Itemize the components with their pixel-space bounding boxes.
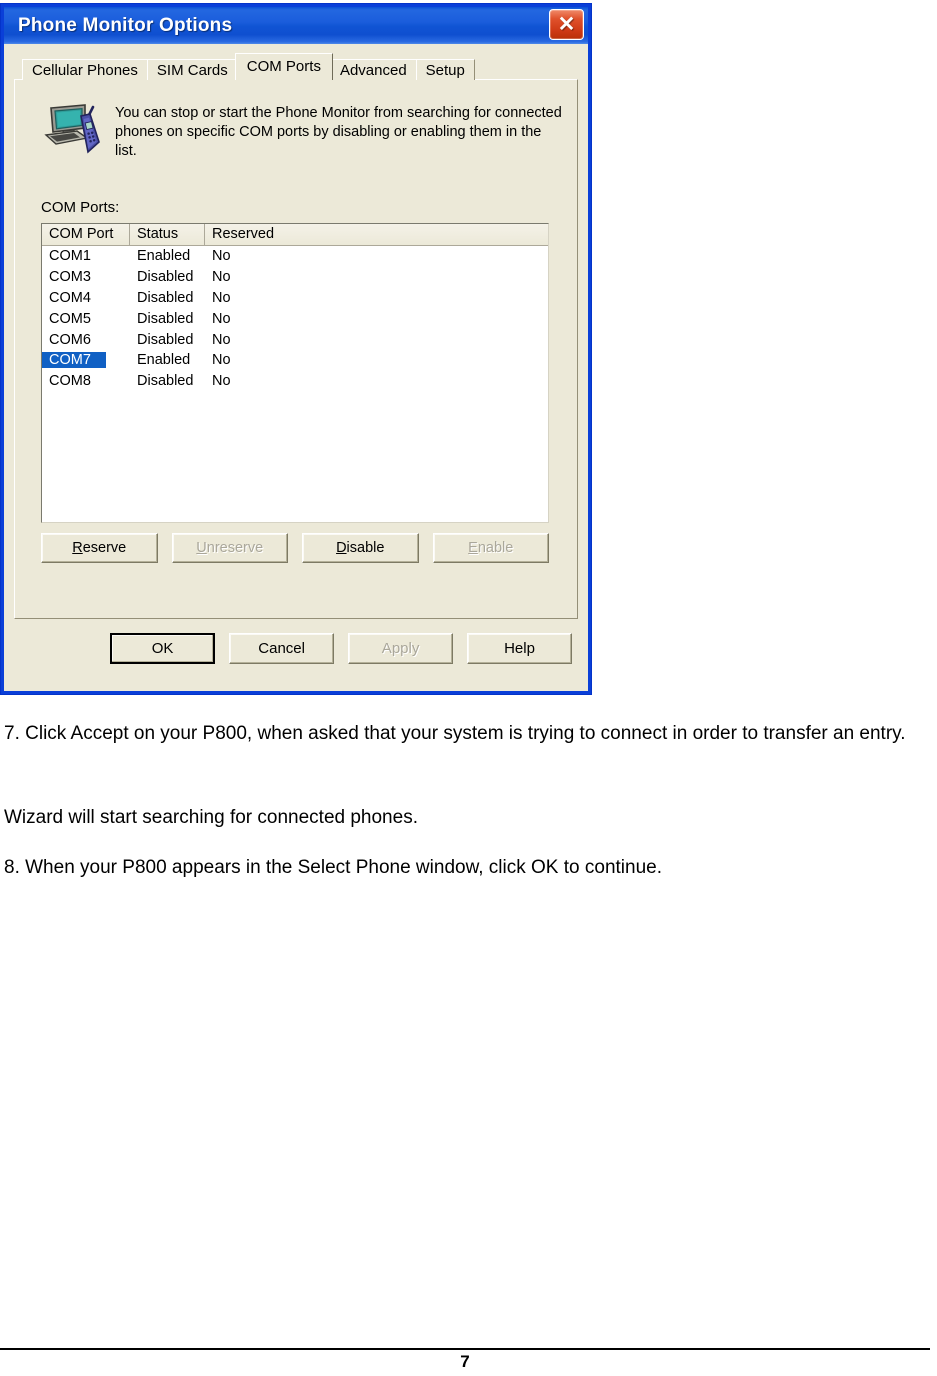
cell-com-port: COM4 — [49, 289, 91, 306]
cell-com-port: COM3 — [49, 269, 91, 286]
reserve-button-label: eserve — [82, 540, 127, 556]
com-ports-listview[interactable]: COM Port Status Reserved COM1 Enabled No… — [41, 223, 549, 523]
com-ports-label: COM Ports: — [41, 199, 120, 216]
enable-button-label: nable — [477, 540, 514, 556]
action-button-row: Reserve Unreserve Disable Enable — [41, 533, 549, 563]
close-icon[interactable]: ✕ — [549, 9, 584, 40]
ok-button[interactable]: OK — [110, 633, 216, 664]
apply-button-label: pply — [391, 640, 420, 657]
table-row[interactable]: COM3 Disabled No — [42, 267, 548, 288]
tab-label: Cellular Phones — [32, 62, 138, 79]
dialog-title: Phone Monitor Options — [18, 14, 233, 36]
table-row[interactable]: COM1 Enabled No — [42, 246, 548, 267]
page-number: 7 — [460, 1352, 470, 1371]
close-icon-glyph: ✕ — [557, 13, 576, 36]
cell-com-port: COM6 — [49, 331, 91, 348]
unreserve-button-label: nreserve — [206, 540, 264, 556]
cell-reserved: No — [212, 289, 231, 306]
dialog-body: Cellular Phones SIM Cards COM Ports Adva… — [4, 44, 588, 691]
cell-reserved: No — [212, 373, 231, 390]
tab-cellular-phones[interactable]: Cellular Phones — [22, 59, 148, 80]
unreserve-button-accel: U — [196, 540, 207, 556]
cell-status: Disabled — [137, 289, 194, 306]
cancel-button[interactable]: Cancel — [229, 633, 335, 664]
cell-status: Disabled — [137, 310, 194, 327]
phone-monitor-options-dialog: Phone Monitor Options ✕ Cellular Phones … — [0, 3, 592, 695]
ok-button-accel: O — [151, 640, 164, 657]
cell-com-port: COM7 — [42, 352, 106, 369]
tab-label: Setup — [425, 62, 465, 79]
dialog-footer-buttons: OK Cancel Apply Help — [14, 633, 578, 664]
tab-label: COM Ports — [246, 58, 321, 75]
cell-reserved: No — [212, 352, 231, 369]
footer-divider — [0, 1348, 930, 1350]
disable-button-accel: D — [336, 540, 347, 556]
reserve-button-accel: R — [72, 540, 83, 556]
instruction-paragraph-7: 7. Click Accept on your P800, when asked… — [4, 723, 906, 744]
table-row[interactable]: COM6 Disabled No — [42, 329, 548, 350]
help-button-accel: H — [504, 640, 515, 657]
apply-button[interactable]: Apply — [348, 633, 454, 664]
cancel-button-label: ancel — [269, 640, 305, 657]
info-description: You can stop or start the Phone Monitor … — [115, 105, 562, 159]
disable-button[interactable]: Disable — [302, 533, 419, 563]
listview-header: COM Port Status Reserved — [42, 224, 548, 246]
tab-label: Advanced — [339, 62, 407, 79]
enable-button[interactable]: Enable — [432, 533, 549, 563]
cell-reserved: No — [212, 269, 231, 286]
cell-reserved: No — [212, 310, 231, 327]
cell-status: Enabled — [137, 248, 191, 265]
tab-com-ports[interactable]: COM Ports — [234, 53, 333, 80]
tab-page-com-ports: You can stop or start the Phone Monitor … — [14, 79, 578, 619]
table-row[interactable]: COM5 Disabled No — [42, 308, 548, 329]
table-row-selected[interactable]: COM7 Enabled No — [42, 350, 548, 371]
reserve-button[interactable]: Reserve — [41, 533, 158, 563]
cell-reserved: No — [212, 248, 231, 265]
tab-advanced[interactable]: Advanced — [329, 59, 417, 80]
cell-status: Enabled — [137, 352, 191, 369]
tab-strip: Cellular Phones SIM Cards COM Ports Adva… — [14, 53, 578, 80]
cell-reserved: No — [212, 331, 231, 348]
tab-sim-cards[interactable]: SIM Cards — [146, 59, 238, 80]
disable-button-label: isable — [346, 540, 385, 556]
dialog-titlebar[interactable]: Phone Monitor Options ✕ — [4, 7, 588, 44]
help-button[interactable]: Help — [467, 633, 572, 664]
column-header-reserved[interactable]: Reserved — [205, 224, 548, 245]
ok-button-label: K — [163, 640, 174, 657]
help-button-label: elp — [514, 640, 535, 657]
wizard-note-paragraph: Wizard will start searching for connecte… — [4, 807, 418, 828]
cell-status: Disabled — [137, 373, 194, 390]
computer-phone-icon — [29, 98, 115, 160]
cancel-button-accel: C — [258, 640, 270, 657]
table-row[interactable]: COM8 Disabled No — [42, 371, 548, 392]
cell-com-port: COM1 — [49, 248, 91, 265]
apply-button-accel: A — [381, 640, 392, 657]
table-row[interactable]: COM4 Disabled No — [42, 288, 548, 309]
tab-setup[interactable]: Setup — [415, 59, 475, 80]
cell-status: Disabled — [137, 331, 194, 348]
info-banner: You can stop or start the Phone Monitor … — [29, 98, 563, 161]
cell-com-port: COM8 — [49, 373, 91, 390]
cell-com-port: COM5 — [49, 310, 91, 327]
cell-status: Disabled — [137, 269, 194, 286]
instruction-paragraph-8: 8. When your P800 appears in the Select … — [4, 857, 662, 878]
column-header-status[interactable]: Status — [130, 224, 205, 245]
computer-phone-icon-svg — [44, 104, 100, 154]
column-header-com-port[interactable]: COM Port — [42, 224, 130, 245]
enable-button-accel: E — [468, 540, 478, 556]
tab-label: SIM Cards — [156, 62, 228, 79]
unreserve-button[interactable]: Unreserve — [171, 533, 288, 563]
